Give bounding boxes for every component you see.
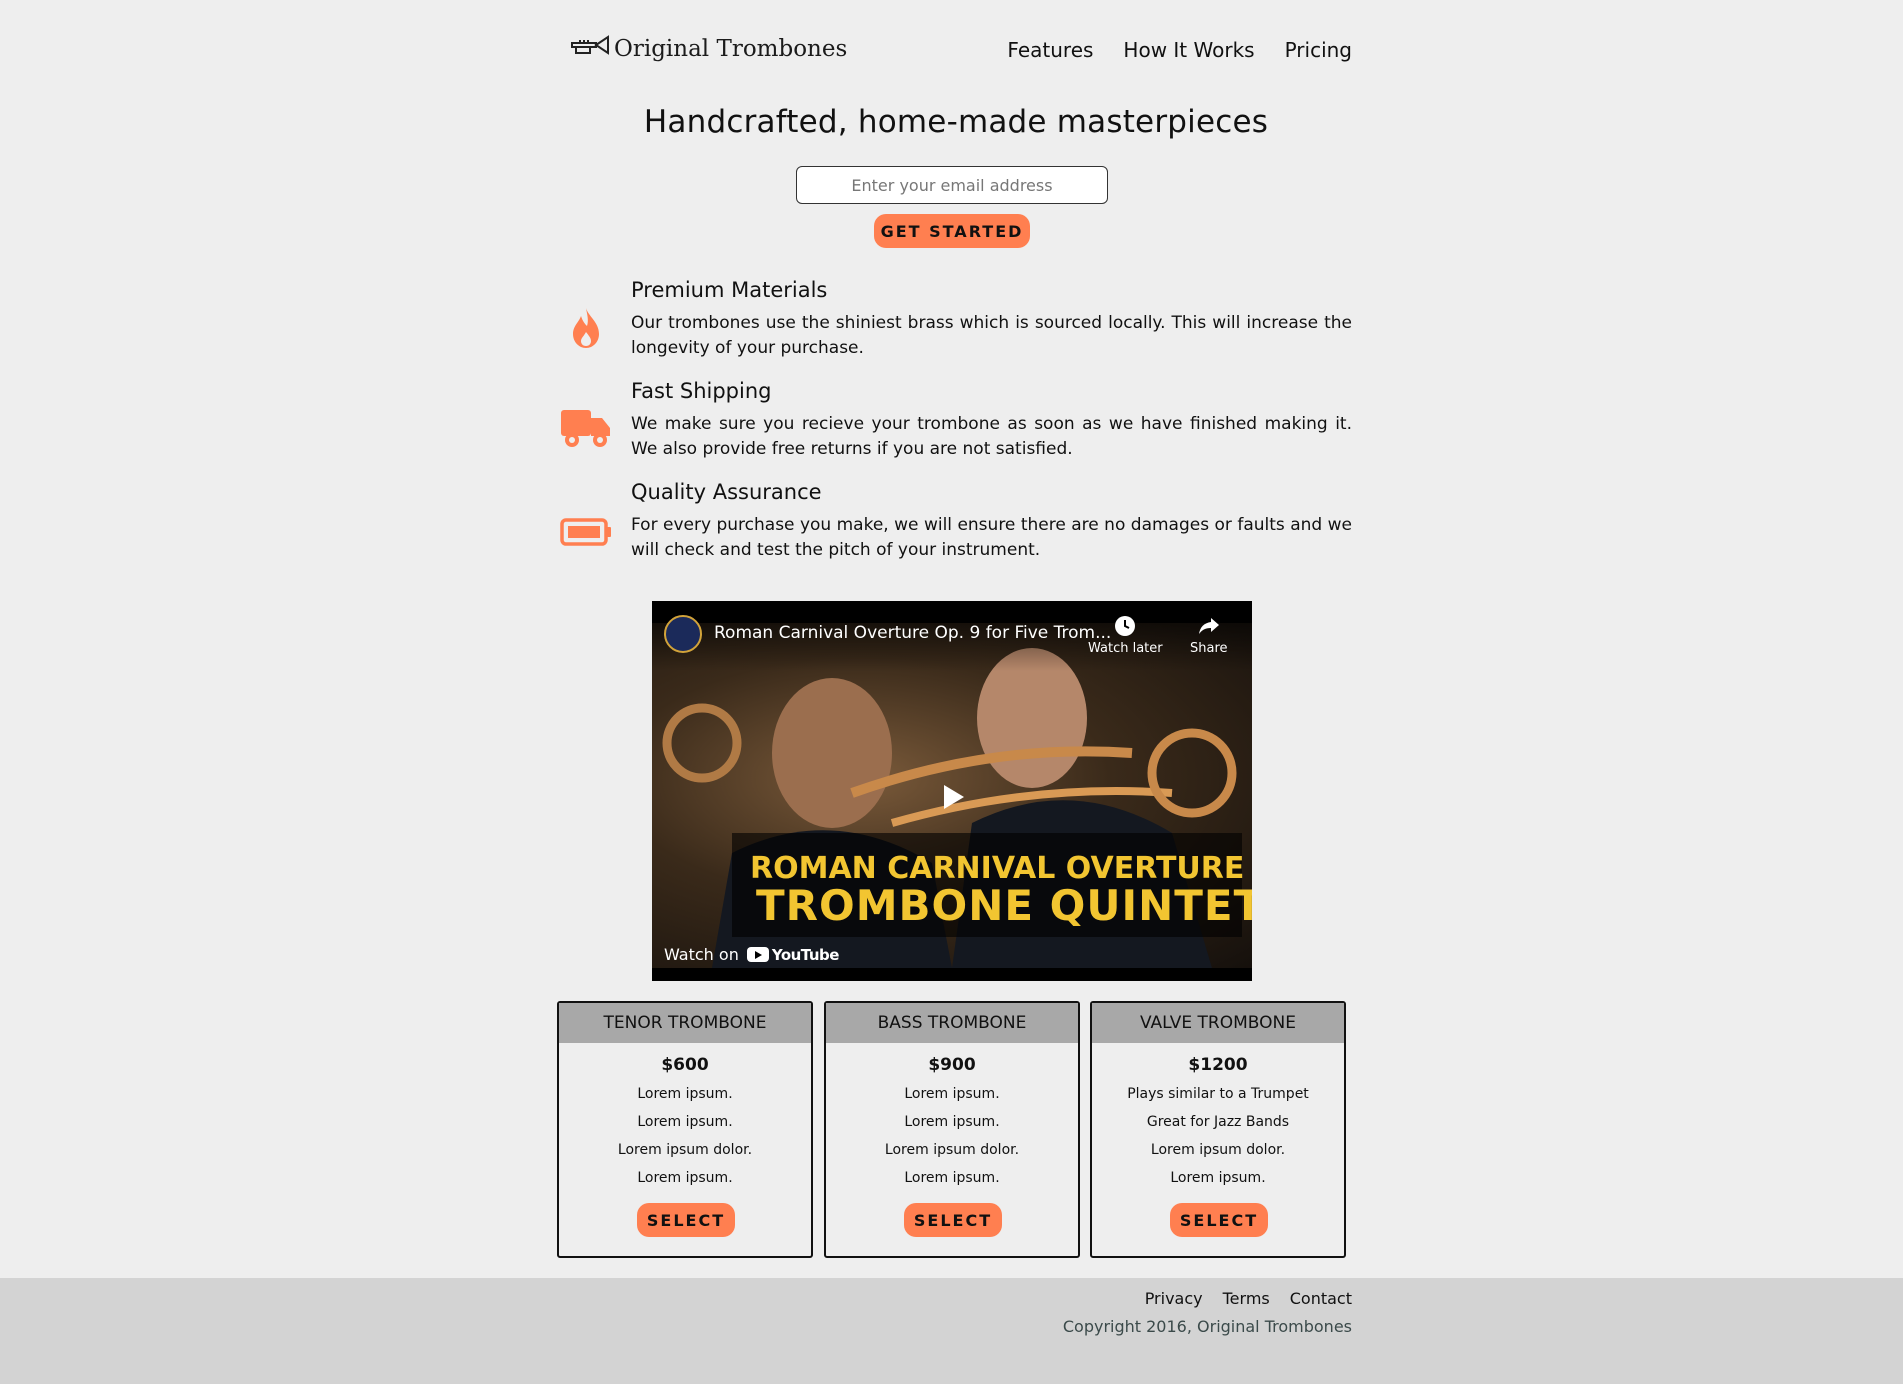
plan-card-valve: VALVE TROMBONE $1200 Plays similar to a … — [1090, 1001, 1346, 1258]
hero-section: Handcrafted, home-made masterpieces GET … — [560, 104, 1352, 248]
feature-text: For every purchase you make, we will ens… — [631, 515, 1352, 560]
plan-features: Lorem ipsum. Lorem ipsum. Lorem ipsum do… — [559, 1080, 811, 1192]
logo[interactable]: Original Trombones — [570, 34, 847, 64]
watch-later-label: Watch later — [1088, 641, 1163, 656]
feature-title: Fast Shipping — [631, 379, 772, 403]
feature-text: Our trombones use the shiniest brass whi… — [631, 313, 1352, 358]
play-icon[interactable] — [936, 781, 968, 817]
footer-links: Privacy Terms Contact — [1145, 1289, 1352, 1308]
feature-title: Quality Assurance — [631, 480, 822, 504]
video-title[interactable]: Roman Carnival Overture Op. 9 for Five T… — [714, 623, 1111, 643]
footer-link-privacy[interactable]: Privacy — [1145, 1289, 1203, 1308]
main-nav: Features How It Works Pricing — [1007, 38, 1352, 62]
plan-feature: Plays similar to a Trumpet — [1127, 1086, 1309, 1102]
plan-feature: Lorem ipsum. — [904, 1114, 1000, 1130]
share-icon — [1190, 615, 1228, 641]
plan-feature: Lorem ipsum dolor. — [1150, 1142, 1286, 1158]
trumpet-logo-icon — [570, 34, 610, 64]
youtube-logo-icon: YouTube — [746, 946, 839, 964]
truck-icon — [560, 408, 612, 450]
feature-title: Premium Materials — [631, 278, 828, 302]
channel-avatar[interactable] — [664, 615, 702, 653]
select-tenor-button[interactable]: SELECT — [637, 1203, 735, 1237]
logo-text: Original Trombones — [614, 36, 848, 62]
copyright-text: Copyright 2016, Original Trombones — [1062, 1317, 1352, 1336]
fire-icon — [560, 306, 612, 350]
plan-name: VALVE TROMBONE — [1092, 1003, 1344, 1043]
plan-feature: Lorem ipsum dolor. — [617, 1142, 753, 1158]
footer: Privacy Terms Contact Copyright 2016, Or… — [0, 1278, 1903, 1384]
watch-on-youtube-link[interactable]: Watch on YouTube — [664, 945, 839, 964]
plan-card-bass: BASS TROMBONE $900 Lorem ipsum. Lorem ip… — [824, 1001, 1080, 1258]
plan-price: $900 — [928, 1055, 976, 1075]
watch-later-button[interactable]: Watch later — [1088, 615, 1163, 656]
plan-feature: Lorem ipsum. — [637, 1170, 733, 1186]
plan-feature: Lorem ipsum. — [637, 1114, 733, 1130]
plan-feature: Lorem ipsum. — [904, 1086, 1000, 1102]
plan-price: $1200 — [1188, 1055, 1248, 1075]
header: Original Trombones Features How It Works… — [560, 30, 1352, 74]
video-embed[interactable]: Roman Carnival Overture Op. 9 for Five T… — [652, 601, 1252, 981]
video-caption: ROMAN CARNIVAL OVERTURE TROMBONE QUINTET — [732, 833, 1252, 937]
plan-features: Lorem ipsum. Lorem ipsum. Lorem ipsum do… — [826, 1080, 1078, 1192]
share-label: Share — [1190, 641, 1228, 656]
select-valve-button[interactable]: SELECT — [1170, 1203, 1268, 1237]
nav-link-pricing[interactable]: Pricing — [1285, 38, 1352, 62]
plan-feature: Lorem ipsum. — [1170, 1170, 1266, 1186]
nav-link-how-it-works[interactable]: How It Works — [1123, 38, 1254, 62]
footer-link-contact[interactable]: Contact — [1290, 1289, 1352, 1308]
plan-card-tenor: TENOR TROMBONE $600 Lorem ipsum. Lorem i… — [557, 1001, 813, 1258]
plan-feature: Great for Jazz Bands — [1146, 1114, 1290, 1130]
plan-price: $600 — [661, 1055, 709, 1075]
plan-features: Plays similar to a Trumpet Great for Jaz… — [1092, 1080, 1344, 1192]
caption-line-2: TROMBONE QUINTET — [756, 881, 1252, 930]
clock-icon — [1088, 615, 1163, 641]
share-button[interactable]: Share — [1190, 615, 1228, 656]
plan-name: TENOR TROMBONE — [559, 1003, 811, 1043]
battery-icon — [560, 518, 612, 546]
plan-feature: Lorem ipsum dolor. — [884, 1142, 1020, 1158]
email-input[interactable] — [796, 166, 1108, 204]
nav-link-features[interactable]: Features — [1007, 38, 1093, 62]
hero-title: Handcrafted, home-made masterpieces — [643, 104, 1269, 140]
footer-link-terms[interactable]: Terms — [1223, 1289, 1270, 1308]
plan-feature: Lorem ipsum. — [637, 1086, 733, 1102]
plan-feature: Lorem ipsum. — [904, 1170, 1000, 1186]
get-started-button[interactable]: GET STARTED — [874, 214, 1030, 248]
select-bass-button[interactable]: SELECT — [904, 1203, 1002, 1237]
feature-text: We make sure you recieve your trombone a… — [631, 414, 1352, 459]
plan-name: BASS TROMBONE — [826, 1003, 1078, 1043]
watch-on-label: Watch on — [664, 945, 739, 964]
